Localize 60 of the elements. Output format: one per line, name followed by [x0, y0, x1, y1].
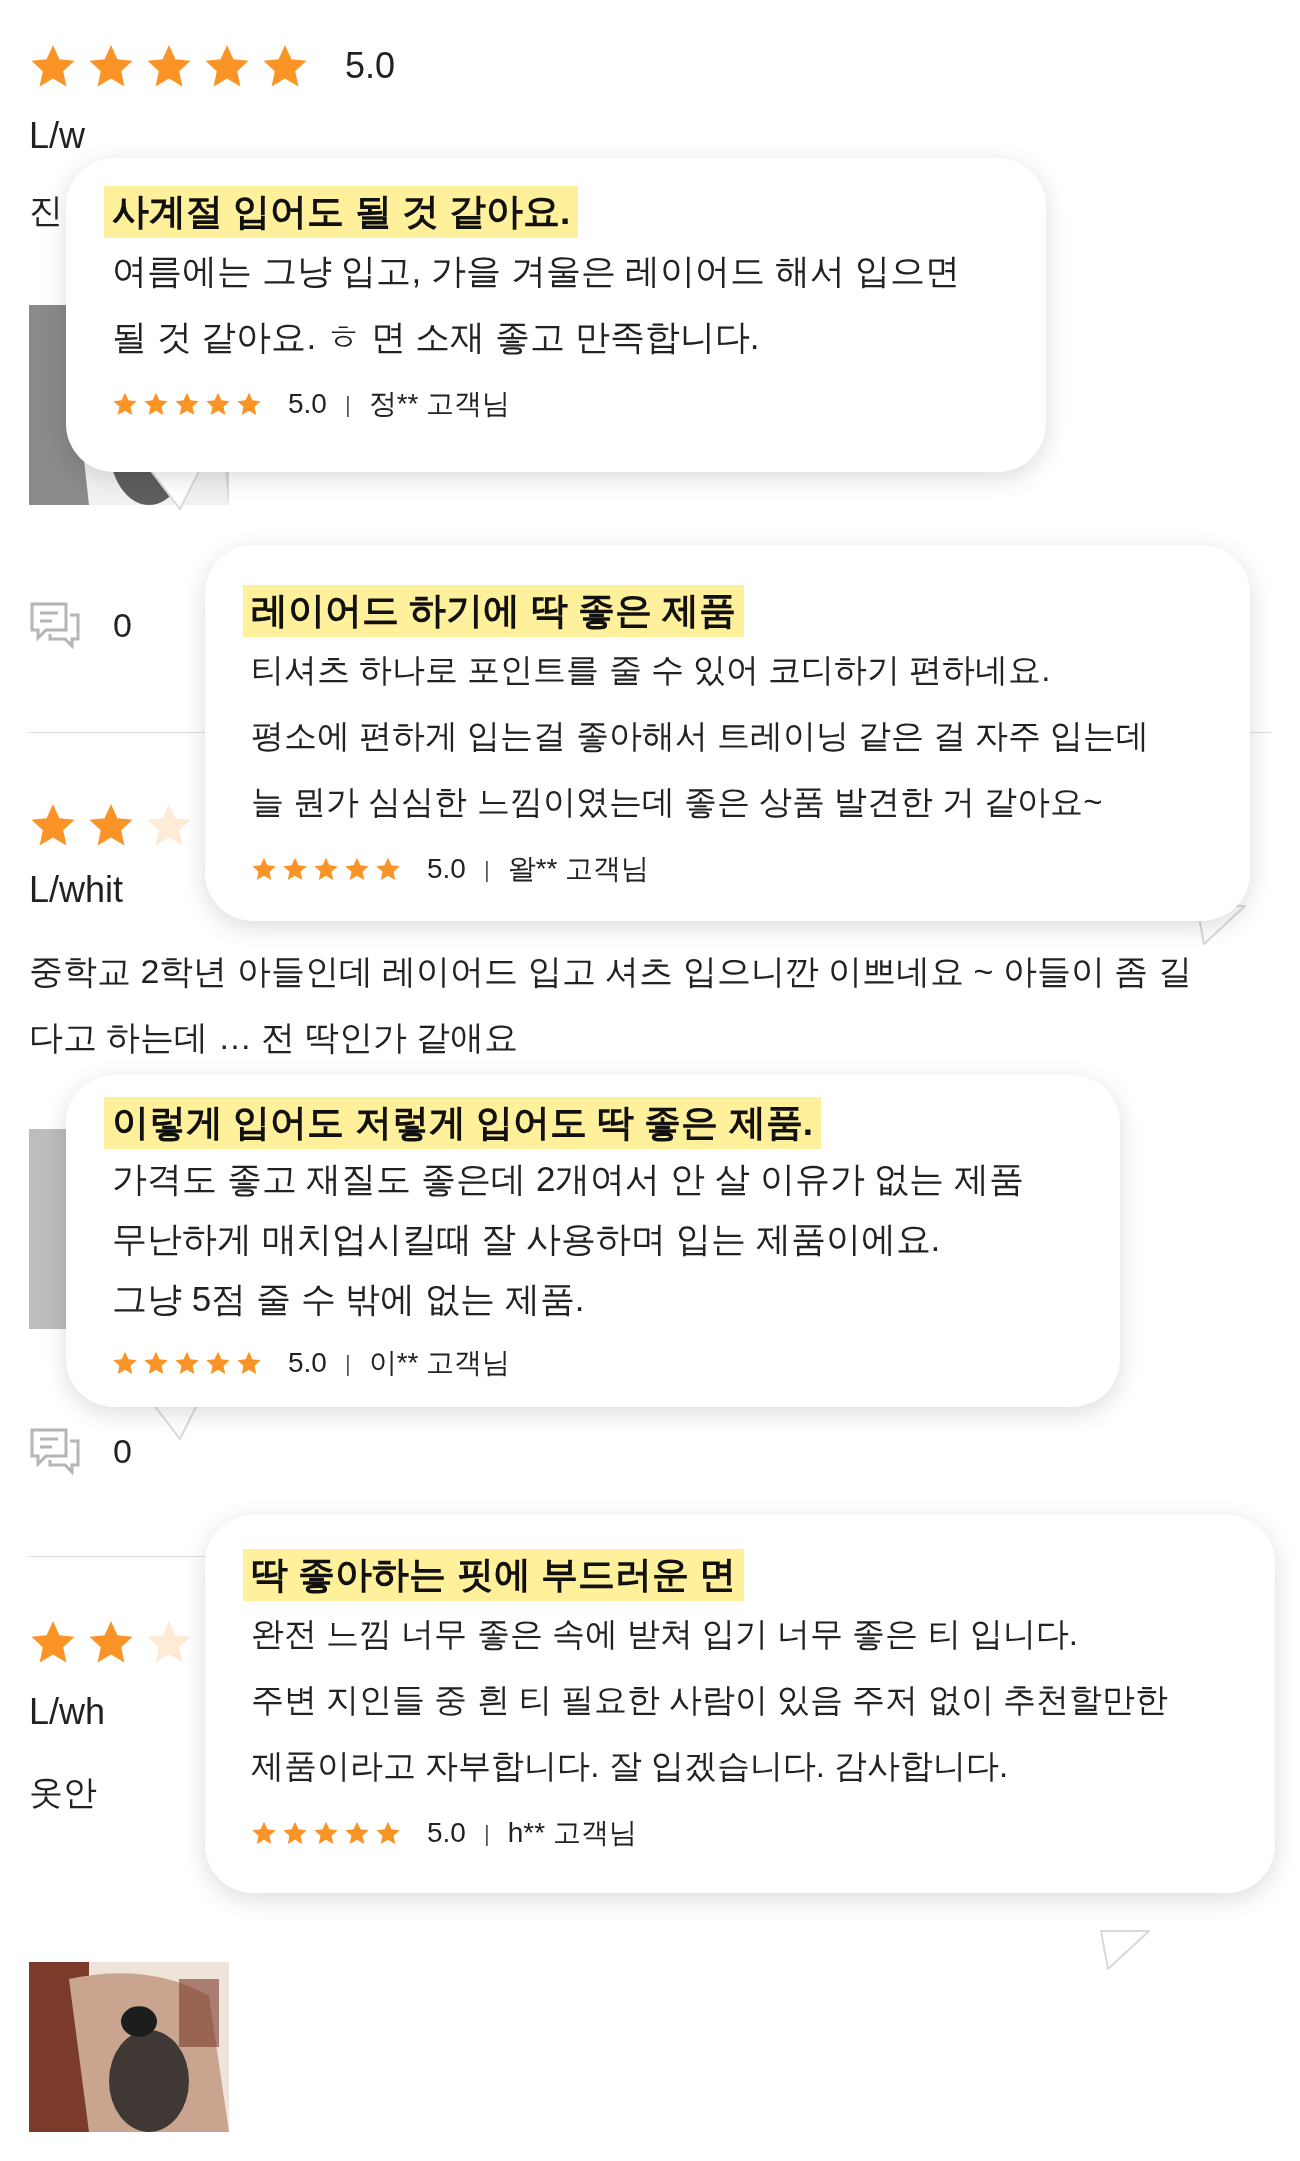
- star-icon: [112, 1350, 138, 1376]
- review-text: 다고 하는데 … 전 딱인가 같애요: [29, 1017, 519, 1058]
- star-icon: [344, 1820, 370, 1846]
- review-text: 될 것 같아요. ㅎ 면 소재 좋고 만족합니다.: [111, 316, 761, 358]
- author-name: h** 고객님: [507, 1816, 637, 1850]
- separator: |: [483, 855, 490, 884]
- rating-value: 5.0: [345, 44, 396, 88]
- separator: |: [344, 390, 351, 419]
- star-icon: [174, 391, 200, 417]
- comment-count: 0: [113, 604, 132, 646]
- product-option: L/wh: [29, 1688, 106, 1736]
- star-icon: [375, 856, 401, 882]
- review-title: 딱 좋아하는 핏에 부드러운 면: [243, 1549, 745, 1601]
- review-title: 이렇게 입어도 저렇게 입어도 딱 좋은 제품.: [104, 1097, 821, 1149]
- review-text: 가격도 좋고 재질도 좋은데 2개여서 안 살 이유가 없는 제품: [111, 1158, 1025, 1200]
- star-icon: [112, 391, 138, 417]
- rating-value: 5.0: [288, 387, 327, 421]
- author-name: 왈** 고객님: [507, 852, 650, 886]
- separator: |: [483, 1819, 490, 1848]
- star-icon: [174, 1350, 200, 1376]
- review-text: 그냥 5점 줄 수 밖에 없는 제품.: [111, 1278, 586, 1320]
- star-icon: [143, 1350, 169, 1376]
- comment-icon[interactable]: [29, 1427, 81, 1475]
- review-text: 평소에 편하게 입는걸 좋아해서 트레이닝 같은 걸 자주 입는데: [250, 716, 1151, 756]
- review-title: 레이어드 하기에 딱 좋은 제품: [243, 585, 745, 637]
- separator: |: [344, 1349, 351, 1378]
- review-title: 사계절 입어도 될 것 같아요.: [104, 186, 579, 238]
- review-text: 티셔츠 하나로 포인트를 줄 수 있어 코디하기 편하네요.: [250, 650, 1052, 690]
- comment-icon[interactable]: [29, 601, 81, 649]
- author-name: 이** 고객님: [368, 1346, 511, 1380]
- rating-value: 5.0: [288, 1346, 327, 1380]
- star-icon: [313, 856, 339, 882]
- star-icon: [375, 1820, 401, 1846]
- star-icon: [205, 391, 231, 417]
- star-icon: [282, 1820, 308, 1846]
- review-text: 주변 지인들 중 흰 티 필요한 사람이 있음 주저 없이 추천할만한: [250, 1680, 1169, 1720]
- star-icon: [236, 1350, 262, 1376]
- star-icon: [251, 1820, 277, 1846]
- star-icon: [236, 391, 262, 417]
- author-name: 정** 고객님: [368, 387, 511, 421]
- star-icon: [344, 856, 370, 882]
- star-icon: [282, 856, 308, 882]
- review-text: 완전 느낌 너무 좋은 속에 받쳐 입기 너무 좋은 티 입니다.: [250, 1614, 1079, 1654]
- review-text: 늘 뭔가 심심한 느낌이였는데 좋은 상품 발견한 거 같아요~: [250, 782, 1104, 822]
- rating-value: 5.0: [427, 1816, 466, 1850]
- review-text: 중학교 2학년 아들인데 레이어드 입고 셔츠 입으니깐 이쁘네요 ~ 아들이 좀 길: [29, 951, 1192, 992]
- speech-bubble-tail: [1100, 1930, 1150, 1970]
- review-text: 무난하게 매치업시킬때 잘 사용하며 입는 제품이에요.: [111, 1218, 942, 1260]
- star-icon: [313, 1820, 339, 1846]
- review-text: 진: [29, 190, 63, 231]
- review-text: 옷안: [29, 1772, 97, 1813]
- star-icon: [205, 1350, 231, 1376]
- product-option: L/whit: [29, 866, 124, 914]
- product-option: L/w: [29, 112, 86, 160]
- star-icon: [143, 391, 169, 417]
- rating-value: 5.0: [427, 852, 466, 886]
- review-text: 여름에는 그냥 입고, 가을 겨울은 레이어드 해서 입으면: [111, 250, 961, 292]
- star-icon: [251, 856, 277, 882]
- comment-count: 0: [113, 1430, 132, 1472]
- review-text: 제품이라고 자부합니다. 잘 입겠습니다. 감사합니다.: [250, 1746, 1010, 1786]
